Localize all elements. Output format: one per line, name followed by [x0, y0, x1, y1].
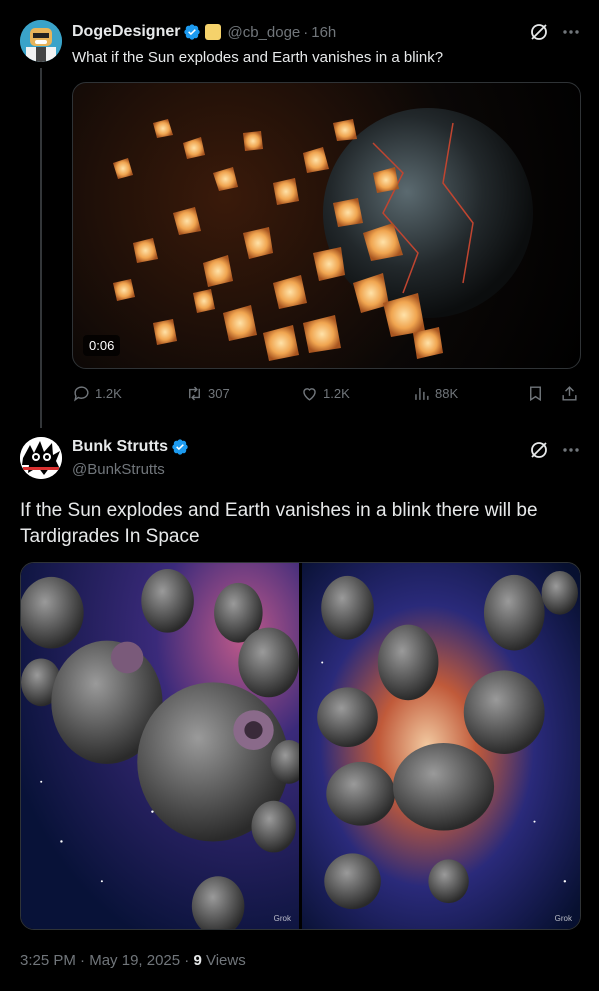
- post2-time[interactable]: 3:25 PM: [20, 952, 76, 969]
- repost-button[interactable]: 307: [185, 384, 230, 403]
- avatar[interactable]: [20, 437, 62, 479]
- post2-meta: 3:25 PM · May 19, 2025 · 9 Views: [20, 952, 246, 969]
- like-button[interactable]: 1.2K: [300, 384, 350, 403]
- post1-video[interactable]: 0:06: [72, 82, 581, 369]
- post2-header: Bunk Strutts: [72, 438, 189, 456]
- post2-text: If the Sun explodes and Earth vanishes i…: [20, 500, 538, 547]
- post2-display-name[interactable]: Bunk Strutts: [72, 438, 168, 456]
- post2-views-count: 9: [193, 952, 202, 969]
- share-icon: [562, 386, 577, 401]
- post2-date[interactable]: May 19, 2025: [89, 952, 180, 969]
- analytics-icon: [415, 387, 429, 400]
- post2-handle[interactable]: @BunkStrutts: [72, 461, 165, 478]
- post1-display-name[interactable]: DogeDesigner: [72, 23, 180, 41]
- reply-button[interactable]: 1.2K: [72, 384, 122, 403]
- repost-count: 307: [208, 386, 230, 401]
- like-count: 1.2K: [323, 386, 350, 401]
- post1-header: DogeDesigner @cb_doge · 16h: [72, 21, 336, 43]
- post1-handle[interactable]: @cb_doge: [227, 24, 300, 41]
- avatar[interactable]: [20, 20, 62, 62]
- views-count: 88K: [435, 386, 459, 401]
- reply-count: 1.2K: [95, 386, 122, 401]
- grok-icon[interactable]: [529, 22, 549, 42]
- post1-action-bar: 1.2K 307 1.2K 88K: [72, 382, 581, 406]
- video-duration: 0:06: [83, 335, 121, 356]
- post2-image-left[interactable]: Grok: [21, 563, 299, 929]
- bookmark-icon: [530, 386, 541, 402]
- more-options-icon[interactable]: [561, 22, 581, 42]
- thread-connector-line: [40, 68, 42, 428]
- affiliate-badge-icon: [205, 24, 222, 40]
- grok-watermark: Grok: [554, 914, 572, 923]
- post2-image-right[interactable]: Grok: [302, 563, 580, 929]
- post2-image-grid: Grok Grok: [20, 562, 581, 930]
- separator-dot: ·: [303, 23, 309, 41]
- verified-badge-icon: [171, 438, 189, 456]
- heart-icon: [303, 388, 316, 401]
- reply-icon: [74, 386, 89, 402]
- post1-text: What if the Sun explodes and Earth vanis…: [72, 49, 444, 66]
- verified-badge-icon: [183, 23, 201, 41]
- post2-views-label: Views: [205, 952, 246, 969]
- separator-dot: ·: [80, 952, 90, 969]
- repost-icon: [189, 386, 200, 401]
- grok-watermark: Grok: [273, 914, 291, 923]
- more-options-icon[interactable]: [561, 440, 581, 460]
- share-button[interactable]: [560, 384, 583, 403]
- grok-icon[interactable]: [529, 440, 549, 460]
- bookmark-button[interactable]: [526, 384, 549, 403]
- views-button[interactable]: 88K: [412, 384, 458, 403]
- post1-time[interactable]: 16h: [311, 24, 336, 41]
